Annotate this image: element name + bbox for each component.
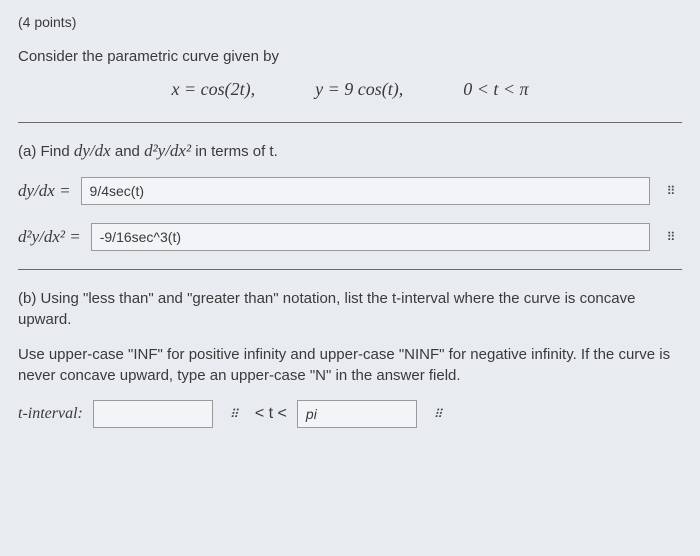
keypad-icon[interactable]: ⠿	[660, 228, 682, 246]
pa-prefix: (a) Find	[18, 143, 74, 160]
lower-bound-input[interactable]	[93, 400, 213, 428]
dy-dx-label: dy/dx =	[18, 181, 71, 201]
part-b-line2: Use upper-case "INF" for positive infini…	[18, 344, 682, 386]
t-interval-label: t-interval:	[18, 405, 83, 423]
keypad-icon[interactable]: ⠿	[427, 405, 449, 423]
part-a-prompt: (a) Find dy/dx and d²y/dx² in terms of t…	[18, 141, 682, 161]
d2y-dx2-label: d²y/dx² =	[18, 227, 81, 247]
eq-y: y = 9 cos(t),	[315, 79, 403, 100]
keypad-icon[interactable]: ⠿	[660, 182, 682, 200]
inequality-text: < t <	[255, 405, 287, 423]
pa-expr1: dy/dx	[74, 141, 111, 160]
divider	[18, 269, 682, 270]
eq-x: x = cos(2t),	[171, 79, 255, 100]
intro-text: Consider the parametric curve given by	[18, 48, 682, 65]
d2y-dx2-input[interactable]: -9/16sec^3(t)	[91, 223, 650, 251]
d2y-dx2-row: d²y/dx² = -9/16sec^3(t) ⠿	[18, 223, 682, 251]
pa-mid: and	[111, 143, 144, 160]
points-label: (4 points)	[18, 14, 682, 30]
part-b-line1: (b) Using "less than" and "greater than"…	[18, 288, 682, 330]
dy-dx-row: dy/dx = 9/4sec(t) ⠿	[18, 177, 682, 205]
equation-row: x = cos(2t), y = 9 cos(t), 0 < t < π	[18, 79, 682, 100]
pa-suffix: in terms of t.	[191, 143, 278, 160]
dy-dx-input[interactable]: 9/4sec(t)	[81, 177, 650, 205]
t-interval-row: t-interval: ⠿ < t < pi ⠿	[18, 400, 682, 428]
pa-expr2: d²y/dx²	[144, 141, 191, 160]
upper-bound-input[interactable]: pi	[297, 400, 417, 428]
keypad-icon[interactable]: ⠿	[223, 405, 245, 423]
eq-range: 0 < t < π	[463, 79, 528, 100]
divider	[18, 122, 682, 123]
